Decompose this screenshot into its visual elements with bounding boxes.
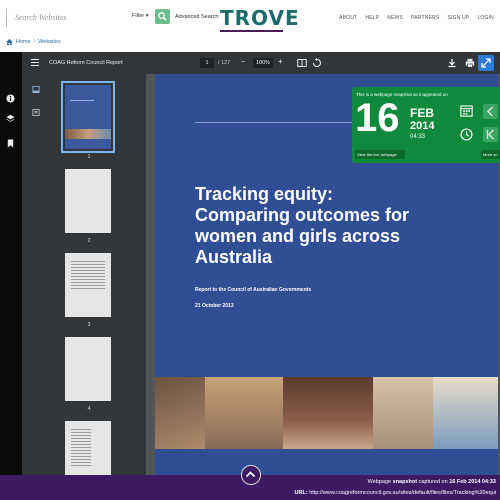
expand-icon <box>481 58 491 68</box>
site-header: Search Websites Filter ▾ Advanced Search… <box>0 0 500 36</box>
chevron-up-icon <box>245 471 256 478</box>
thumbnail-label: 1 <box>87 154 91 160</box>
rotate-icon[interactable] <box>312 58 322 68</box>
page-number-input[interactable]: 1 <box>200 58 214 68</box>
download-icon[interactable] <box>447 58 457 68</box>
nav-about[interactable]: ABOUT <box>339 15 357 21</box>
outline-icon[interactable] <box>32 109 40 116</box>
menu-icon[interactable] <box>31 59 39 66</box>
snapshot-footer: Webpage snapshot captured on 16 Feb 2014… <box>0 465 500 500</box>
top-nav: ABOUT HELP NEWS PARTNERS SIGN UP LOGIN <box>339 15 494 21</box>
document-heading: Tracking equity: Comparing outcomes for … <box>195 184 410 267</box>
thumb-cover-photo <box>65 129 111 139</box>
zoom-level-input[interactable]: 100% <box>253 58 273 68</box>
skip-back-icon <box>486 129 495 140</box>
thumb-text-lines <box>71 259 105 289</box>
breadcrumb: Home / Websites <box>6 39 61 45</box>
viewer-toolbar: COAG Reform Council Report 1 / 127 − 100… <box>22 52 500 74</box>
search-icon <box>158 12 167 21</box>
nav-partners[interactable]: PARTNERS <box>411 15 439 21</box>
thumbnail-page-2[interactable] <box>65 169 111 233</box>
nav-help[interactable]: HELP <box>365 15 379 21</box>
chevron-left-icon <box>486 106 494 117</box>
thumbnail-label: 2 <box>87 238 91 244</box>
nav-login[interactable]: LOGIN <box>477 15 494 21</box>
thumbnail-label: 3 <box>87 322 91 328</box>
filter-dropdown[interactable]: Filter ▾ <box>132 13 149 19</box>
snapshot-year: 2014 <box>410 120 435 132</box>
footer-text: Webpage <box>367 479 393 485</box>
view-live-webpage-button[interactable]: View the live webpage <box>355 150 405 159</box>
clock-icon[interactable] <box>460 128 473 141</box>
trove-logo[interactable]: TROVE <box>220 6 300 30</box>
thumbnail-page-4[interactable] <box>65 337 111 401</box>
print-icon[interactable] <box>465 58 475 68</box>
footer-capture-date: 16 Feb 2014 04:33 <box>449 479 496 485</box>
thumbnail-label: 4 <box>87 406 91 412</box>
logo-underline <box>220 30 283 32</box>
document-date: 21 October 2013 <box>195 303 234 309</box>
home-icon[interactable] <box>6 39 13 45</box>
search-button[interactable] <box>155 9 170 24</box>
fullscreen-button[interactable] <box>478 55 494 71</box>
document-subtitle: Report to the Council of Australian Gove… <box>195 287 312 293</box>
thumbnails-icon[interactable] <box>32 86 40 93</box>
snapshot-day: 16 <box>355 96 400 140</box>
breadcrumb-home[interactable]: Home <box>16 39 31 45</box>
thumb-text-lines <box>71 427 91 467</box>
more-snapshots-button[interactable]: More sn <box>481 150 500 159</box>
page-rule <box>195 122 355 123</box>
footer-url-line: URL: http://www.coagreformcouncil.gov.au… <box>295 490 496 496</box>
left-rail <box>0 52 22 475</box>
thumbnail-page-3[interactable] <box>65 253 111 317</box>
bookmark-icon[interactable] <box>6 139 15 148</box>
thumb-cover-text <box>70 100 94 110</box>
fit-page-icon[interactable] <box>297 58 307 68</box>
first-snapshot-button[interactable] <box>483 127 498 142</box>
search-input[interactable]: Search Websites <box>6 9 128 27</box>
footer-snapshot-word: snapshot <box>392 479 418 485</box>
nav-news[interactable]: NEWS <box>387 15 403 21</box>
thumbnail-page-5[interactable] <box>65 421 111 475</box>
footer-url[interactable]: http://www.coagreformcouncil.gov.au/site… <box>309 490 496 496</box>
thumbnail-pane: 1 2 3 4 <box>22 74 167 475</box>
scroll-to-top-button[interactable] <box>241 465 261 485</box>
footer-url-label: URL: <box>294 490 308 496</box>
info-icon[interactable] <box>6 94 15 103</box>
footer-capture-line: Webpage snapshot captured on 16 Feb 2014… <box>368 479 496 485</box>
thumbnail-page-1[interactable] <box>61 81 115 153</box>
calendar-icon[interactable] <box>460 104 473 117</box>
nav-sign-up[interactable]: SIGN UP <box>447 15 469 21</box>
zoom-out-button[interactable]: − <box>241 59 245 66</box>
previous-snapshot-button[interactable] <box>483 104 498 119</box>
footer-text: captured on <box>417 479 450 485</box>
cover-photo-strip <box>155 377 498 449</box>
snapshot-time: 04:33 <box>410 134 426 140</box>
advanced-search-link[interactable]: Advanced Search <box>175 14 218 20</box>
layers-icon[interactable] <box>6 114 15 123</box>
snapshot-panel: This is a webpage snapshot as it appeare… <box>352 87 500 163</box>
page-total: / 127 <box>218 60 231 66</box>
breadcrumb-separator: / <box>33 39 36 45</box>
zoom-in-button[interactable]: + <box>278 57 283 66</box>
document-title: COAG Reform Council Report <box>49 60 123 66</box>
breadcrumb-websites[interactable]: Websites <box>38 39 61 45</box>
snapshot-month: FEB <box>410 106 434 120</box>
